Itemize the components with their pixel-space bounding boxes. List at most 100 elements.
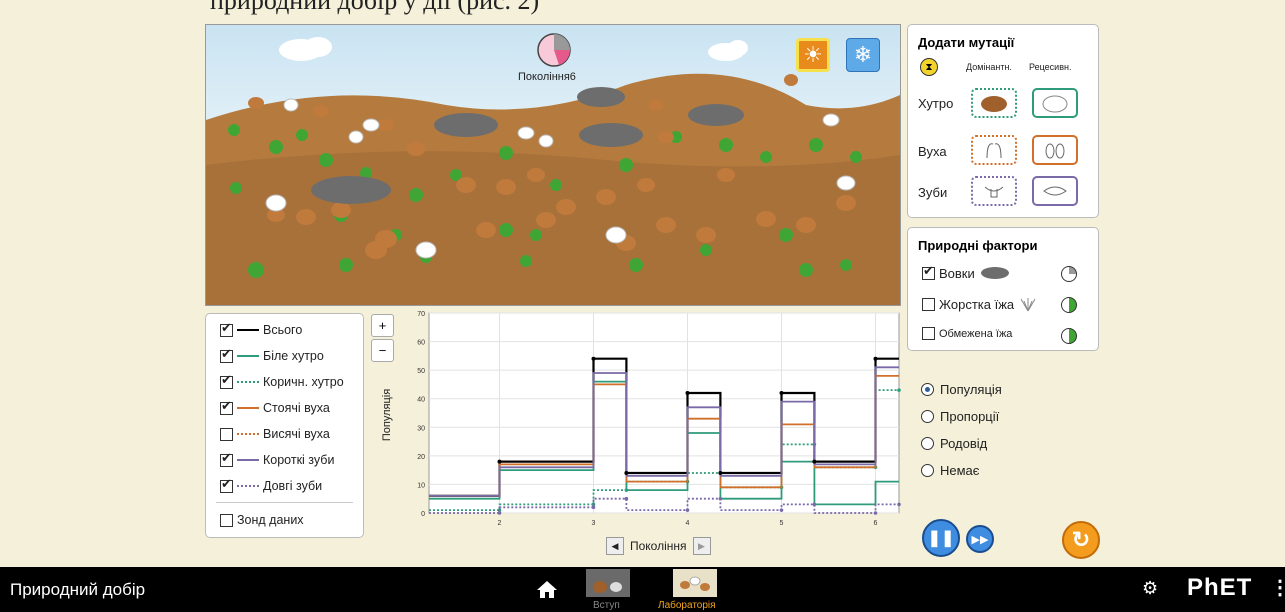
fur-row-label: Хутро xyxy=(918,96,954,111)
tab-lab[interactable]: Лабораторія xyxy=(658,600,716,611)
wolves-factor[interactable]: Вовки xyxy=(922,263,1013,281)
legend-white-fur-swatch xyxy=(237,355,259,357)
proportions-radio[interactable] xyxy=(921,410,934,423)
legend-floppy-ears-label: Висячі вуха xyxy=(263,427,330,441)
add-mutations-panel: Додати мутації ⧗ Домінантн. Рецесивн. Ху… xyxy=(907,24,1099,218)
phet-brand: PhET xyxy=(1187,574,1253,601)
limited-food-checkbox[interactable] xyxy=(922,327,935,340)
ears-dominant-button[interactable] xyxy=(971,135,1017,165)
fast-forward-icon: ▶▶ xyxy=(971,533,989,546)
previous-generation-button[interactable]: ◀ xyxy=(606,537,624,555)
pause-button[interactable]: ❚❚ xyxy=(922,519,960,557)
wolves-checkbox[interactable] xyxy=(922,263,935,280)
generation-clock-icon xyxy=(537,33,571,67)
tough-food-factor[interactable]: Жорстка їжа xyxy=(922,296,1038,312)
x-tick-label: 2 xyxy=(498,520,502,527)
legend-long-teeth-checkbox[interactable] xyxy=(220,476,233,493)
legend-brown-fur-checkbox[interactable] xyxy=(220,372,233,389)
options-menu-icon[interactable]: ⋮ xyxy=(1270,575,1285,600)
natural-factors-title: Природні фактори xyxy=(918,238,1038,253)
intro-screen-icon[interactable] xyxy=(586,569,630,597)
total-point xyxy=(779,391,784,395)
graph-legend-panel: Всього Біле хутро Коричн. хутро Стоячі в… xyxy=(205,313,364,538)
data-probe-checkbox[interactable] xyxy=(220,513,233,527)
navigation-bar: Природний добір Вступ Лабораторія ⚙ PhET… xyxy=(0,567,1285,612)
teeth-dominant-button[interactable] xyxy=(971,176,1017,206)
series-point xyxy=(624,496,629,501)
data-probe-label: Зонд даних xyxy=(237,513,304,527)
series-point xyxy=(685,508,690,512)
population-radio[interactable] xyxy=(921,383,934,396)
simulation-scene[interactable]: Покоління6 ☀ ❄ xyxy=(205,24,901,306)
limited-food-factor[interactable]: Обмежена їжа xyxy=(922,327,1012,340)
fur-recessive-button[interactable] xyxy=(1032,88,1078,118)
tough-food-timer-icon xyxy=(1061,297,1077,313)
reset-icon: ↻ xyxy=(1071,527,1091,552)
pause-icon: ❚❚ xyxy=(927,530,955,547)
limited-food-label: Обмежена їжа xyxy=(939,327,1013,340)
recessive-column-header: Рецесивн. xyxy=(1029,62,1072,72)
next-generation-button[interactable]: ▶ xyxy=(692,537,711,555)
view-option-none[interactable]: Немає xyxy=(921,463,979,478)
step-forward-button[interactable]: ▶▶ xyxy=(966,525,994,553)
legend-floppy-ears-swatch xyxy=(237,433,259,435)
legend-straight-ears-checkbox[interactable] xyxy=(220,398,233,415)
data-probe-toggle[interactable]: Зонд даних xyxy=(220,513,304,527)
y-tick-label: 10 xyxy=(417,482,425,489)
population-graph: 0 10 20 30 40 50 60 70 2 3 4 5 6 Популяція xyxy=(381,311,901,527)
total-point xyxy=(873,356,878,361)
legend-short-teeth-checkbox[interactable] xyxy=(220,450,233,467)
x-tick-label: 6 xyxy=(874,520,878,527)
settings-gear-icon[interactable]: ⚙ xyxy=(1142,578,1158,599)
legend-straight-ears-swatch xyxy=(237,407,259,409)
reset-all-button[interactable]: ↻ xyxy=(1062,521,1100,559)
series-point xyxy=(897,502,901,507)
legend-total-checkbox[interactable] xyxy=(220,320,233,337)
brown-fur-icon xyxy=(981,96,1007,112)
y-tick-label: 30 xyxy=(417,425,425,432)
wolves-timer-icon xyxy=(1061,266,1077,282)
tough-food-icon xyxy=(1020,298,1036,312)
legend-white-fur-label: Біле хутро xyxy=(263,349,324,363)
legend-total-label: Всього xyxy=(263,323,303,337)
lab-screen-icon[interactable] xyxy=(673,569,717,597)
pedigree-radio[interactable] xyxy=(921,437,934,450)
home-icon[interactable] xyxy=(536,579,558,599)
legend-item-long-teeth[interactable]: Довгі зуби xyxy=(220,476,322,493)
view-option-population[interactable]: Популяція xyxy=(921,382,1002,397)
none-radio[interactable] xyxy=(921,464,934,477)
series-point xyxy=(497,511,502,515)
environment-arctic-button[interactable]: ❄ xyxy=(846,38,880,72)
teeth-recessive-button[interactable] xyxy=(1032,176,1078,206)
y-tick-label: 20 xyxy=(417,454,425,461)
y-axis-ticks: 0 10 20 30 40 50 60 70 xyxy=(417,311,425,518)
wolves-label: Вовки xyxy=(939,265,975,281)
y-axis-label: Популяція xyxy=(381,389,393,441)
limited-food-timer-icon xyxy=(1061,328,1077,344)
series-point xyxy=(718,496,723,501)
floppy-ears-icon xyxy=(1045,143,1065,159)
legend-item-straight-ears[interactable]: Стоячі вуха xyxy=(220,398,330,415)
ears-recessive-button[interactable] xyxy=(1032,135,1078,165)
tough-food-checkbox[interactable] xyxy=(922,297,935,311)
series-point xyxy=(591,505,596,510)
legend-item-total[interactable]: Всього xyxy=(220,320,303,337)
long-teeth-icon xyxy=(1043,186,1067,196)
legend-item-floppy-ears[interactable]: Висячі вуха xyxy=(220,427,330,441)
tab-intro[interactable]: Вступ xyxy=(593,600,620,611)
legend-floppy-ears-checkbox[interactable] xyxy=(220,427,233,441)
view-option-proportions[interactable]: Пропорції xyxy=(921,409,999,424)
y-tick-label: 40 xyxy=(417,397,425,404)
legend-item-white-fur[interactable]: Біле хутро xyxy=(220,346,324,363)
fur-dominant-button[interactable] xyxy=(971,88,1017,118)
legend-item-brown-fur[interactable]: Коричн. хутро xyxy=(220,372,344,389)
total-point xyxy=(812,459,817,464)
legend-item-short-teeth[interactable]: Короткі зуби xyxy=(220,450,334,467)
legend-white-fur-checkbox[interactable] xyxy=(220,346,233,363)
legend-total-swatch xyxy=(237,329,259,331)
x-axis-ticks: 2 3 4 5 6 xyxy=(498,520,878,527)
environment-sun-button[interactable]: ☀ xyxy=(796,38,830,72)
view-option-pedigree[interactable]: Родовід xyxy=(921,436,987,451)
legend-long-teeth-swatch xyxy=(237,485,259,487)
phet-logo[interactable]: PhET xyxy=(1187,574,1252,602)
